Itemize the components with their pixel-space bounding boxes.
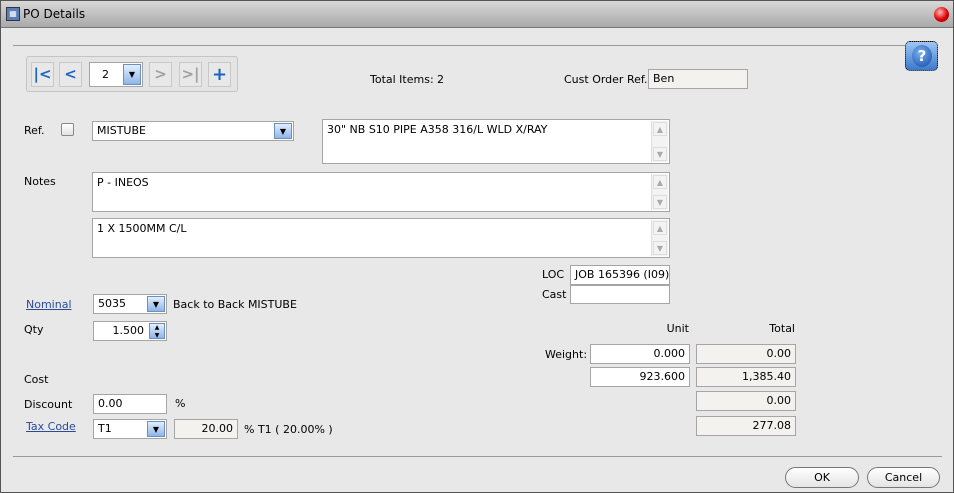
chevron-down-icon[interactable]: ▼ <box>123 64 141 85</box>
nominal-select[interactable]: 5035 ▼ <box>93 294 167 314</box>
ok-button[interactable]: OK <box>785 467 859 488</box>
weight-unit-field[interactable]: 0.000 <box>590 344 690 364</box>
scrollbar[interactable]: ▲ ▼ <box>651 174 668 210</box>
divider <box>13 456 942 457</box>
scroll-up-icon[interactable]: ▲ <box>653 221 667 235</box>
qty-stepper[interactable]: 1.500 ▲ ▼ <box>93 321 167 341</box>
supplier-value: MISTUBE <box>97 124 146 137</box>
notes-textarea-2[interactable]: 1 X 1500MM C/L ▲ ▼ <box>92 218 670 258</box>
app-grid-icon: ▦ <box>6 7 20 21</box>
record-select[interactable]: 2 ▼ <box>89 62 143 87</box>
scrollbar[interactable]: ▲ ▼ <box>651 121 668 162</box>
chevron-down-icon[interactable]: ▼ <box>147 421 165 437</box>
ref-checkbox[interactable] <box>61 123 74 136</box>
loc-label: LOC <box>542 268 565 281</box>
divider <box>13 45 906 46</box>
window-title: PO Details <box>23 7 86 21</box>
help-icon: ? <box>912 45 932 67</box>
tax-code-value: T1 <box>98 422 112 435</box>
add-record-icon[interactable]: + <box>208 62 231 87</box>
tax-description: % T1 ( 20.00% ) <box>244 423 333 436</box>
note-1-text: P - INEOS <box>97 176 149 189</box>
cost-unit-field[interactable]: 923.600 <box>590 367 690 387</box>
total-items-value: 2 <box>437 73 444 86</box>
unit-column-header: Unit <box>666 322 689 335</box>
nominal-value: 5035 <box>98 297 126 310</box>
weight-label: Weight: <box>545 348 588 361</box>
scroll-up-icon[interactable]: ▲ <box>653 122 667 136</box>
cancel-button[interactable]: Cancel <box>867 467 940 488</box>
cust-order-ref-field[interactable]: Ben <box>648 69 748 89</box>
next-record-icon: > <box>149 62 172 87</box>
description-textarea[interactable]: 30" NB S10 PIPE A358 316/L WLD X/RAY ▲ ▼ <box>322 119 670 164</box>
description-text: 30" NB S10 PIPE A358 316/L WLD X/RAY <box>327 123 548 136</box>
scroll-down-icon[interactable]: ▼ <box>653 147 667 161</box>
notes-label: Notes <box>24 175 56 188</box>
nominal-description: Back to Back MISTUBE <box>173 298 297 311</box>
cost-total-field: 1,385.40 <box>696 367 796 387</box>
discount-percent-sign: % <box>175 397 186 410</box>
spinner-icon[interactable]: ▲ ▼ <box>149 323 165 339</box>
po-details-window: ▦ PO Details ? |< < 2 ▼ > >| + Total Item… <box>0 0 954 493</box>
cast-field[interactable] <box>570 285 670 304</box>
discount-field[interactable]: 0.00 <box>93 394 167 414</box>
scroll-down-icon[interactable]: ▼ <box>653 195 667 209</box>
scrollbar[interactable]: ▲ ▼ <box>651 220 668 256</box>
title-bar: ▦ PO Details <box>1 1 953 28</box>
last-record-icon: >| <box>179 62 202 87</box>
note-2-text: 1 X 1500MM C/L <box>97 222 187 235</box>
chevron-down-icon[interactable]: ▼ <box>274 123 292 139</box>
ref-label: Ref. <box>24 124 45 137</box>
cast-label: Cast <box>542 288 567 301</box>
cost-label: Cost <box>24 373 49 386</box>
scroll-up-icon[interactable]: ▲ <box>653 175 667 189</box>
tax-total-field: 277.08 <box>696 416 796 436</box>
chevron-down-icon[interactable]: ▼ <box>147 296 165 312</box>
scroll-down-icon[interactable]: ▼ <box>653 241 667 255</box>
discount-label: Discount <box>24 398 73 411</box>
first-record-icon[interactable]: |< <box>31 62 54 87</box>
tax-code-link[interactable]: Tax Code <box>26 420 76 433</box>
qty-label: Qty <box>24 323 44 336</box>
supplier-select[interactable]: MISTUBE ▼ <box>92 121 294 141</box>
tax-code-select[interactable]: T1 ▼ <box>93 419 167 439</box>
loc-field[interactable]: JOB 165396 (I09) <box>570 265 670 285</box>
previous-record-icon[interactable]: < <box>59 62 82 87</box>
total-column-header: Total <box>769 322 795 335</box>
tax-rate-field: 20.00 <box>174 419 238 439</box>
record-number: 2 <box>102 68 109 81</box>
total-items-label: Total Items: <box>370 73 434 86</box>
qty-value: 1.500 <box>112 324 145 337</box>
discount-total-field: 0.00 <box>696 391 796 411</box>
nominal-link[interactable]: Nominal <box>26 298 72 311</box>
weight-total-field: 0.00 <box>696 344 796 364</box>
cust-order-ref-label: Cust Order Ref. <box>564 73 648 86</box>
help-button[interactable]: ? <box>905 41 938 71</box>
notes-textarea-1[interactable]: P - INEOS ▲ ▼ <box>92 172 670 212</box>
close-icon[interactable] <box>934 7 949 22</box>
